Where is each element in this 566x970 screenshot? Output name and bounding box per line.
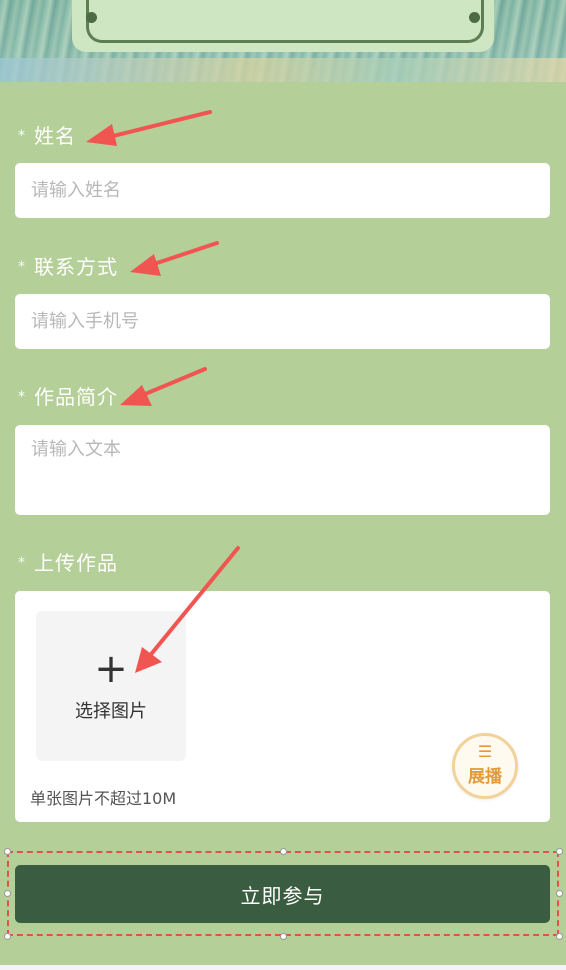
upload-label: * 上传作品	[18, 547, 118, 576]
resize-handle[interactable]	[556, 848, 563, 855]
required-mark: *	[18, 555, 26, 571]
name-label-text: 姓名	[34, 124, 76, 148]
name-field[interactable]	[15, 163, 550, 218]
resize-handle[interactable]	[4, 933, 11, 940]
bottom-divider	[0, 965, 566, 970]
contact-field[interactable]	[15, 294, 550, 349]
banner-card	[72, 0, 494, 52]
required-mark: *	[18, 259, 26, 275]
intro-textarea[interactable]	[15, 425, 550, 515]
phone-input[interactable]	[15, 294, 550, 349]
annotation-arrow	[103, 110, 212, 140]
broadcast-label: 展播	[468, 767, 502, 787]
menu-icon: ☰	[477, 742, 493, 761]
upload-size-hint: 单张图片不超过10M	[30, 789, 177, 808]
resize-handle[interactable]	[280, 933, 287, 940]
intro-field[interactable]	[15, 425, 550, 515]
annotation-arrow	[146, 241, 219, 268]
image-picker-button[interactable]: + 选择图片	[36, 611, 186, 761]
image-picker-label: 选择图片	[75, 701, 147, 722]
banner-card-border	[86, 0, 484, 43]
upload-label-text: 上传作品	[34, 551, 118, 575]
broadcast-float-button[interactable]: ☰ 展播	[452, 733, 518, 799]
submit-button[interactable]: 立即参与	[15, 865, 550, 923]
intro-label-text: 作品简介	[34, 385, 118, 409]
intro-label: * 作品简介	[18, 381, 118, 410]
annotation-arrowhead	[86, 124, 117, 146]
annotation-arrow	[136, 367, 207, 399]
contact-label: * 联系方式	[18, 251, 118, 280]
name-label: * 姓名	[18, 120, 76, 149]
resize-handle[interactable]	[4, 848, 11, 855]
annotation-arrowhead	[120, 385, 152, 406]
annotation-arrowhead	[130, 254, 161, 276]
resize-handle[interactable]	[4, 890, 11, 897]
resize-handle[interactable]	[556, 933, 563, 940]
resize-handle[interactable]	[280, 848, 287, 855]
banner-dot-left	[86, 12, 97, 23]
required-mark: *	[18, 128, 26, 144]
resize-handle[interactable]	[556, 890, 563, 897]
header-banner	[0, 0, 566, 82]
name-input[interactable]	[15, 163, 550, 218]
plus-icon: +	[94, 646, 128, 692]
contact-label-text: 联系方式	[34, 255, 118, 279]
banner-dot-right	[469, 12, 480, 23]
required-mark: *	[18, 389, 26, 405]
